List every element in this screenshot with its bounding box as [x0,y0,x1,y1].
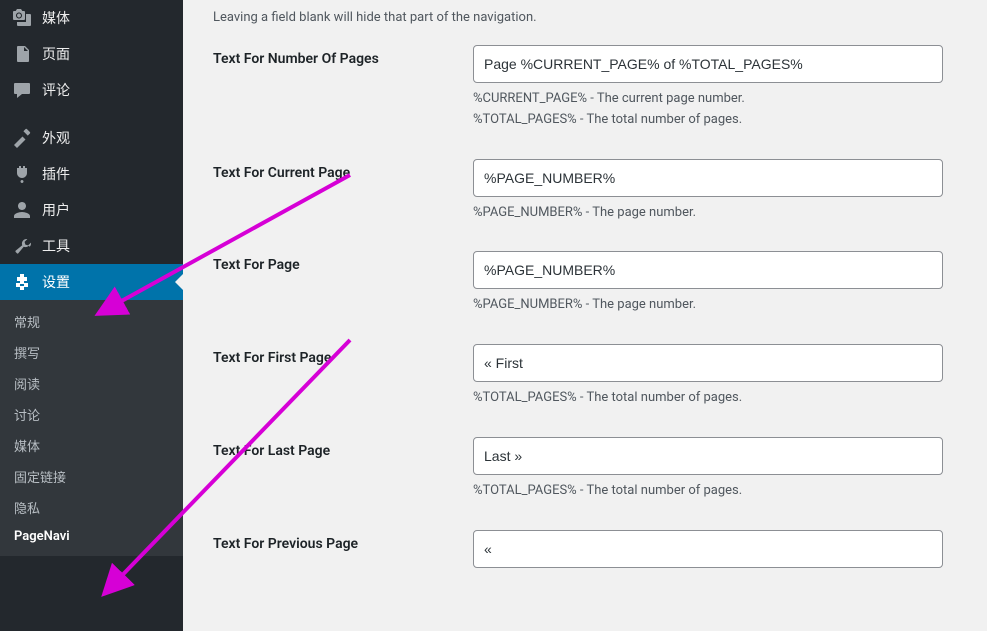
input-current-page[interactable] [473,159,943,197]
sidebar-item-settings[interactable]: 设置 [0,264,183,300]
admin-sidebar: 媒体 页面 评论 外观 插件 [0,0,183,631]
settings-content: Leaving a field blank will hide that par… [183,0,987,631]
sidebar-item-label: 工具 [42,236,70,256]
sidebar-item-label: 设置 [42,272,70,292]
input-page[interactable] [473,251,943,289]
desc-last-page: %TOTAL_PAGES% - The total number of page… [473,481,943,502]
row-last-page: Text For Last Page %TOTAL_PAGES% - The t… [213,437,967,502]
sidebar-item-label: 插件 [42,164,70,184]
sidebar-item-label: 页面 [42,44,70,64]
label-previous-page: Text For Previous Page [213,530,473,568]
sidebar-item-plugins[interactable]: 插件 [0,156,183,192]
desc-number-of-pages: %CURRENT_PAGE% - The current page number… [473,89,943,131]
desc-first-page: %TOTAL_PAGES% - The total number of page… [473,388,943,409]
submenu-item-pagenavi[interactable]: PageNavi [0,523,183,550]
label-current-page: Text For Current Page [213,159,473,224]
input-last-page[interactable] [473,437,943,475]
label-page: Text For Page [213,251,473,316]
sidebar-item-pages[interactable]: 页面 [0,36,183,72]
input-number-of-pages[interactable] [473,45,943,83]
settings-submenu: 常规 撰写 阅读 讨论 媒体 固定链接 隐私 PageNavi [0,300,183,556]
sidebar-item-label: 评论 [42,80,70,100]
sidebar-item-label: 外观 [42,128,70,148]
submenu-item-reading[interactable]: 阅读 [0,368,183,399]
page-icon [12,44,32,64]
sidebar-item-appearance[interactable]: 外观 [0,120,183,156]
settings-icon [12,272,32,292]
users-icon [12,200,32,220]
row-first-page: Text For First Page %TOTAL_PAGES% - The … [213,344,967,409]
intro-text: Leaving a field blank will hide that par… [213,10,967,25]
sidebar-item-label: 用户 [42,200,70,220]
comment-icon [12,80,32,100]
sidebar-item-media[interactable]: 媒体 [0,0,183,36]
sidebar-item-comments[interactable]: 评论 [0,72,183,108]
row-previous-page: Text For Previous Page [213,530,967,568]
submenu-item-writing[interactable]: 撰写 [0,337,183,368]
label-first-page: Text For First Page [213,344,473,409]
label-number-of-pages: Text For Number Of Pages [213,45,473,131]
sidebar-item-label: 媒体 [42,8,70,28]
submenu-item-general[interactable]: 常规 [0,306,183,337]
media-icon [12,8,32,28]
input-previous-page[interactable] [473,530,943,568]
plugin-icon [12,164,32,184]
appearance-icon [12,128,32,148]
submenu-item-discussion[interactable]: 讨论 [0,399,183,430]
row-page: Text For Page %PAGE_NUMBER% - The page n… [213,251,967,316]
menu-separator [0,108,183,120]
submenu-item-permalinks[interactable]: 固定链接 [0,461,183,492]
sidebar-item-users[interactable]: 用户 [0,192,183,228]
sidebar-item-tools[interactable]: 工具 [0,228,183,264]
submenu-item-privacy[interactable]: 隐私 [0,492,183,523]
input-first-page[interactable] [473,344,943,382]
tools-icon [12,236,32,256]
desc-current-page: %PAGE_NUMBER% - The page number. [473,203,943,224]
row-number-of-pages: Text For Number Of Pages %CURRENT_PAGE% … [213,45,967,131]
label-last-page: Text For Last Page [213,437,473,502]
submenu-item-media[interactable]: 媒体 [0,430,183,461]
desc-page: %PAGE_NUMBER% - The page number. [473,295,943,316]
row-current-page: Text For Current Page %PAGE_NUMBER% - Th… [213,159,967,224]
